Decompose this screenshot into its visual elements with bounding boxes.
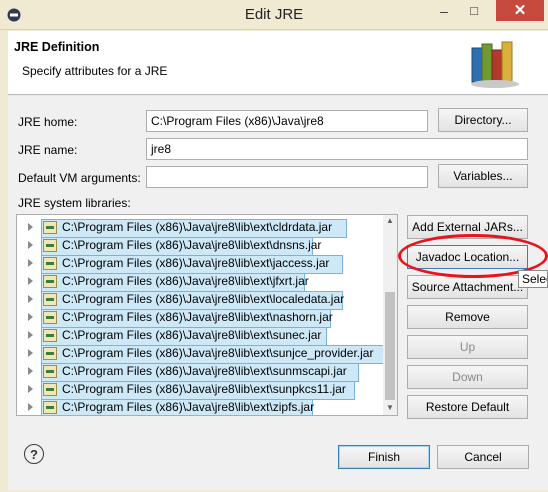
expand-arrow-icon[interactable] — [28, 331, 33, 339]
jre-home-label: JRE home: — [18, 115, 78, 129]
directory-button[interactable]: Directory... — [438, 108, 528, 132]
library-path: C:\Program Files (x86)\Java\jre8\lib\ext… — [62, 274, 309, 288]
library-path: C:\Program Files (x86)\Java\jre8\lib\ext… — [62, 364, 347, 378]
finish-button[interactable]: Finish — [338, 445, 430, 469]
scroll-thumb[interactable] — [385, 292, 395, 400]
library-path: C:\Program Files (x86)\Java\jre8\lib\ext… — [62, 220, 333, 234]
jar-file-icon — [43, 383, 57, 396]
jre-home-field[interactable]: C:\Program Files (x86)\Java\jre8 — [146, 110, 428, 132]
jar-file-icon — [43, 311, 57, 324]
library-row[interactable]: C:\Program Files (x86)\Java\jre8\lib\ext… — [17, 219, 397, 238]
header-subtitle: Specify attributes for a JRE — [22, 64, 168, 78]
jar-file-icon — [43, 293, 57, 306]
down-button[interactable]: Down — [407, 365, 528, 389]
jar-file-icon — [43, 257, 57, 270]
library-row[interactable]: C:\Program Files (x86)\Java\jre8\lib\ext… — [17, 399, 397, 415]
minimize-button[interactable]: – — [430, 1, 458, 21]
jar-file-icon — [43, 401, 57, 414]
library-row[interactable]: C:\Program Files (x86)\Java\jre8\lib\ext… — [17, 273, 397, 292]
expand-arrow-icon[interactable] — [28, 403, 33, 411]
library-row[interactable]: C:\Program Files (x86)\Java\jre8\lib\ext… — [17, 291, 397, 310]
expand-arrow-icon[interactable] — [28, 295, 33, 303]
header-title: JRE Definition — [14, 40, 100, 54]
jar-file-icon — [43, 347, 57, 360]
library-path: C:\Program Files (x86)\Java\jre8\lib\ext… — [62, 256, 330, 270]
restore-default-button[interactable]: Restore Default — [407, 395, 528, 419]
library-path: C:\Program Files (x86)\Java\jre8\lib\ext… — [62, 292, 345, 306]
library-row[interactable]: C:\Program Files (x86)\Java\jre8\lib\ext… — [17, 381, 397, 400]
library-row[interactable]: C:\Program Files (x86)\Java\jre8\lib\ext… — [17, 345, 397, 364]
up-button[interactable]: Up — [407, 335, 528, 359]
scroll-up-arrow-icon[interactable]: ▲ — [385, 216, 395, 226]
variables-button[interactable]: Variables... — [438, 164, 528, 188]
library-path: C:\Program Files (x86)\Java\jre8\lib\ext… — [62, 400, 315, 414]
library-path: C:\Program Files (x86)\Java\jre8\lib\ext… — [62, 382, 346, 396]
expand-arrow-icon[interactable] — [28, 223, 33, 231]
expand-arrow-icon[interactable] — [28, 349, 33, 357]
jar-file-icon — [43, 221, 57, 234]
library-row[interactable]: C:\Program Files (x86)\Java\jre8\lib\ext… — [17, 255, 397, 274]
scroll-down-arrow-icon[interactable]: ▼ — [385, 403, 395, 413]
jar-file-icon — [43, 275, 57, 288]
jar-file-icon — [43, 239, 57, 252]
vm-args-field[interactable] — [146, 166, 428, 188]
library-path: C:\Program Files (x86)\Java\jre8\lib\ext… — [62, 310, 333, 324]
tooltip: Select — [518, 270, 548, 288]
expand-arrow-icon[interactable] — [28, 367, 33, 375]
help-icon[interactable]: ? — [24, 444, 44, 464]
expand-arrow-icon[interactable] — [28, 313, 33, 321]
expand-arrow-icon[interactable] — [28, 259, 33, 267]
jre-books-icon — [471, 41, 519, 88]
jre-name-label: JRE name: — [18, 143, 78, 157]
jre-name-field[interactable]: jre8 — [146, 138, 528, 160]
expand-arrow-icon[interactable] — [28, 385, 33, 393]
jar-file-icon — [43, 365, 57, 378]
vm-args-label: Default VM arguments: — [18, 171, 141, 185]
libraries-label: JRE system libraries: — [18, 196, 131, 210]
library-path: C:\Program Files (x86)\Java\jre8\lib\ext… — [62, 346, 374, 360]
library-row[interactable]: C:\Program Files (x86)\Java\jre8\lib\ext… — [17, 237, 397, 256]
library-path: C:\Program Files (x86)\Java\jre8\lib\ext… — [62, 238, 322, 252]
cancel-button[interactable]: Cancel — [437, 445, 529, 469]
library-path: C:\Program Files (x86)\Java\jre8\lib\ext… — [62, 328, 322, 342]
jar-file-icon — [43, 329, 57, 342]
expand-arrow-icon[interactable] — [28, 277, 33, 285]
library-row[interactable]: C:\Program Files (x86)\Java\jre8\lib\ext… — [17, 327, 397, 346]
library-row[interactable]: C:\Program Files (x86)\Java\jre8\lib\ext… — [17, 309, 397, 328]
close-button[interactable]: ✕ — [496, 0, 544, 21]
expand-arrow-icon[interactable] — [28, 241, 33, 249]
remove-button[interactable]: Remove — [407, 305, 528, 329]
library-row[interactable]: C:\Program Files (x86)\Java\jre8\lib\ext… — [17, 363, 397, 382]
maximize-button[interactable]: □ — [460, 1, 488, 21]
libraries-tree[interactable]: C:\Program Files (x86)\Java\jre8\lib\ext… — [16, 214, 398, 416]
source-attachment-button[interactable]: Source Attachment... — [407, 275, 528, 299]
